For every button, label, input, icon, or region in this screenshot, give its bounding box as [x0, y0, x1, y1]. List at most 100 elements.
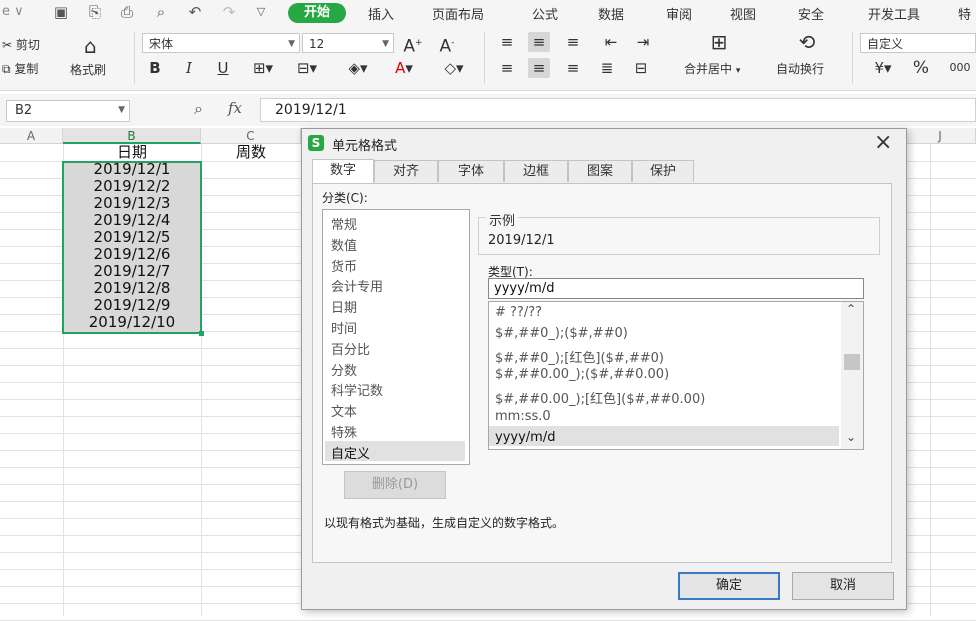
align-middle-icon[interactable]: ≡	[528, 32, 550, 52]
percent-button[interactable]: %	[910, 58, 932, 78]
decrease-indent-icon[interactable]: ⇤	[600, 32, 622, 52]
menu-partial[interactable]: e ∨	[2, 4, 24, 19]
chevron-up-icon[interactable]: ⌃	[846, 302, 856, 316]
category-item[interactable]: 时间	[331, 318, 357, 337]
date-cell[interactable]: 2019/12/9	[63, 297, 201, 314]
ok-button[interactable]: 确定	[678, 572, 780, 600]
cut-button[interactable]: ✂ 剪切	[2, 36, 40, 53]
cancel-button[interactable]: 取消	[792, 572, 894, 600]
tab-border[interactable]: 边框	[504, 160, 568, 182]
date-cell[interactable]: 2019/12/3	[63, 195, 201, 212]
menu-tab-view[interactable]: 视图	[730, 4, 756, 23]
column-header-b[interactable]: B	[63, 128, 201, 144]
align-bottom-icon[interactable]: ≡	[562, 32, 584, 52]
format-list-scrollbar[interactable]: ⌃ ⌄	[841, 302, 863, 449]
formula-input[interactable]: 2019/12/1	[260, 98, 976, 122]
format-item[interactable]: $#,##0_);[红色]($#,##0)	[495, 347, 664, 366]
thousands-button[interactable]: 000	[944, 58, 976, 78]
category-item[interactable]: 日期	[331, 297, 357, 316]
category-item[interactable]: 科学记数	[331, 380, 383, 399]
zoom-icon[interactable]: ⌕	[194, 99, 203, 119]
tab-alignment[interactable]: 对齐	[374, 160, 438, 182]
redo-icon[interactable]: ↷	[220, 3, 238, 21]
wrap-text-icon[interactable]: ⟲	[794, 32, 820, 52]
border-icon[interactable]: ⊞▾	[246, 58, 280, 78]
clear-format-icon[interactable]: ◇▾	[436, 58, 472, 78]
scrollbar-thumb[interactable]	[844, 354, 860, 370]
align-right-icon[interactable]: ≡	[562, 58, 584, 78]
currency-icon[interactable]: ¥▾	[866, 58, 900, 78]
justify-icon[interactable]: ≣	[596, 58, 618, 78]
type-input[interactable]: yyyy/m/d	[488, 278, 864, 299]
menu-tab-data[interactable]: 数据	[598, 4, 624, 23]
menu-tab-insert[interactable]: 插入	[368, 4, 394, 23]
menu-tab-developer[interactable]: 开发工具	[868, 4, 920, 23]
increase-indent-icon[interactable]: ⇥	[632, 32, 654, 52]
font-color-icon[interactable]: A▾	[386, 58, 422, 78]
category-item[interactable]: 分数	[331, 360, 357, 379]
increase-font-icon[interactable]: A+	[402, 33, 424, 57]
category-item[interactable]: 特殊	[331, 422, 357, 441]
merge-center-button[interactable]: 合并居中 ▾	[684, 60, 740, 77]
format-item[interactable]: mm:ss.0	[495, 409, 551, 424]
menu-tab-formula[interactable]: 公式	[532, 4, 558, 23]
tab-number[interactable]: 数字	[312, 159, 374, 183]
bold-icon[interactable]: B	[144, 58, 166, 78]
export-icon[interactable]: ⎘	[86, 3, 104, 21]
tab-protection[interactable]: 保护	[632, 160, 694, 182]
date-cell[interactable]: 2019/12/6	[63, 246, 201, 263]
undo-icon[interactable]: ↶	[186, 3, 204, 21]
column-header-a[interactable]: A	[0, 128, 63, 144]
print-icon[interactable]: ⎙	[118, 3, 136, 21]
close-icon[interactable]: ×	[874, 130, 892, 155]
format-painter-button[interactable]: 格式刷	[70, 61, 106, 78]
date-cell[interactable]: 2019/12/5	[63, 229, 201, 246]
customize-dropdown-icon[interactable]: ▽	[252, 3, 270, 21]
category-item[interactable]: 常规	[331, 214, 357, 233]
copy-button[interactable]: ⧉ 复制	[2, 60, 38, 77]
date-cell[interactable]: 2019/12/2	[63, 178, 201, 195]
font-size-select[interactable]: 12 ▼	[302, 33, 394, 53]
category-list[interactable]: 常规 数值 货币 会计专用 日期 时间 百分比 分数 科学记数 文本 特殊 自定义	[322, 209, 470, 465]
align-top-icon[interactable]: ≡	[496, 32, 518, 52]
fill-handle[interactable]	[199, 331, 204, 336]
category-item[interactable]: 数值	[331, 235, 357, 254]
menu-tab-special[interactable]: 特	[958, 4, 971, 23]
menu-tab-review[interactable]: 审阅	[666, 4, 692, 23]
fill-style-icon[interactable]: ⊟▾	[290, 58, 324, 78]
date-cell[interactable]: 2019/12/4	[63, 212, 201, 229]
merge-center-icon[interactable]: ⊞	[706, 32, 732, 52]
chevron-down-icon[interactable]: ⌄	[846, 430, 856, 444]
category-item[interactable]: 自定义	[331, 443, 370, 462]
wrap-text-button[interactable]: 自动换行	[776, 60, 824, 77]
save-icon[interactable]: ▣	[52, 3, 70, 21]
cell-b1[interactable]: 日期	[63, 144, 201, 161]
italic-icon[interactable]: I	[178, 58, 200, 78]
format-item[interactable]: $#,##0.00_);($#,##0.00)	[495, 367, 669, 382]
category-item[interactable]: 货币	[331, 256, 357, 275]
distribute-icon[interactable]: ⊟	[630, 58, 652, 78]
column-header-j[interactable]: J	[905, 128, 976, 144]
menu-tab-page-layout[interactable]: 页面布局	[432, 4, 484, 23]
align-center-icon[interactable]: ≡	[528, 58, 550, 78]
date-cell[interactable]: 2019/12/1	[63, 161, 201, 178]
category-item[interactable]: 百分比	[331, 339, 370, 358]
column-header-c[interactable]: C	[201, 128, 301, 144]
date-cell[interactable]: 2019/12/7	[63, 263, 201, 280]
fx-icon[interactable]: fx	[228, 99, 242, 117]
format-list[interactable]: # ??/?? $#,##0_);($#,##0) $#,##0_);[红色]($#…	[488, 301, 864, 450]
fill-color-icon[interactable]: ◈▾	[340, 58, 376, 78]
category-item[interactable]: 文本	[331, 401, 357, 420]
name-box[interactable]: B2 ▼	[6, 100, 130, 122]
align-left-icon[interactable]: ≡	[496, 58, 518, 78]
format-painter-icon[interactable]: ⌂	[84, 34, 97, 58]
format-item[interactable]: $#,##0.00_);[红色]($#,##0.00)	[495, 388, 705, 407]
tab-pattern[interactable]: 图案	[568, 160, 632, 182]
format-item[interactable]: $#,##0_);($#,##0)	[495, 326, 628, 341]
menu-tab-security[interactable]: 安全	[798, 4, 824, 23]
cell-c1[interactable]: 周数	[201, 144, 301, 161]
print-preview-icon[interactable]: ⌕	[152, 3, 170, 21]
format-item[interactable]: yyyy/m/d	[495, 430, 555, 445]
delete-button[interactable]: 删除(D)	[344, 471, 446, 499]
underline-icon[interactable]: U	[212, 58, 234, 78]
